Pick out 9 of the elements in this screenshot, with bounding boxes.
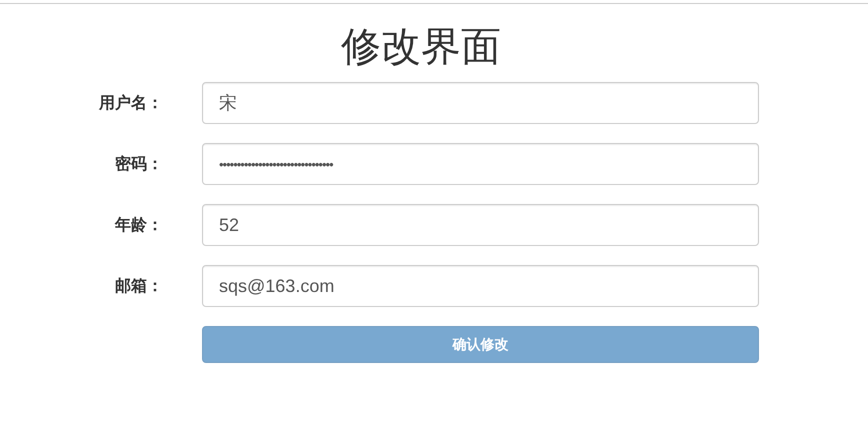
field-label: 密码： (114, 154, 163, 174)
input-field[interactable]: 52 (202, 204, 759, 246)
field-label: 邮箱： (114, 276, 163, 296)
field-label: 年龄： (114, 216, 163, 236)
password-field[interactable]: •••••••••••••••••••••••••••••••• (202, 143, 759, 185)
input-field[interactable]: sqs@163.com (202, 265, 759, 307)
input-field[interactable]: 宋 (202, 82, 759, 124)
field-label: 用户名： (98, 93, 163, 114)
page-title: 修改界面 (340, 24, 502, 71)
